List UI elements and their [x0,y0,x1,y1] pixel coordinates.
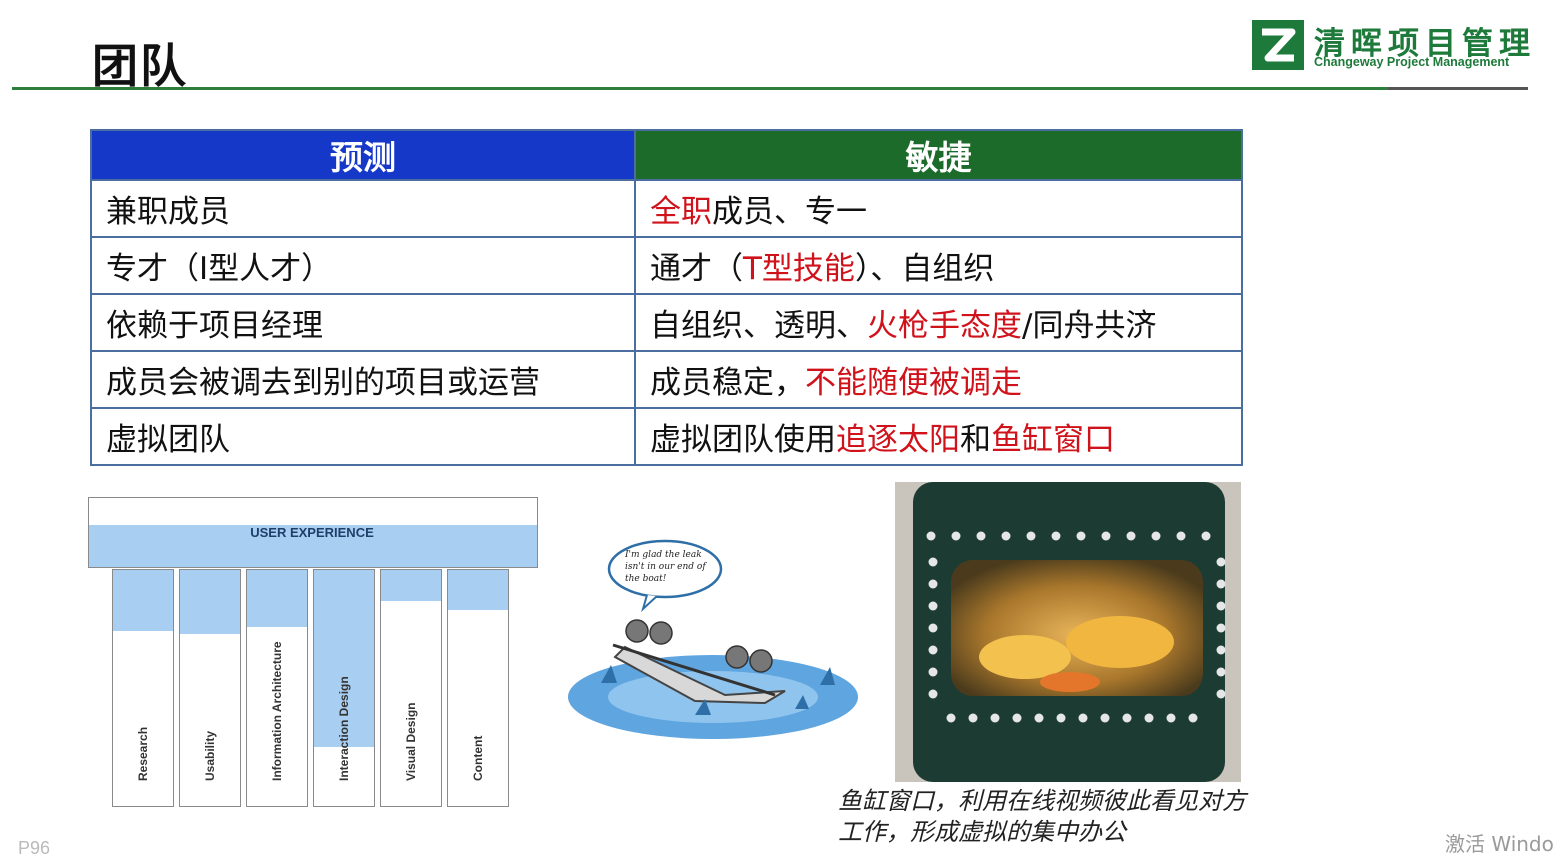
windows-activation-watermark: 激活 Windo [1445,832,1553,856]
ux-pillar-label: Research [136,726,150,781]
ux-pillar: Research [112,569,174,807]
predictive-cell: 兼职成员 [90,179,636,238]
predictive-cell: 虚拟团队 [90,407,636,466]
header-predictive: 预测 [90,129,636,181]
predictive-cell: 专才（I型人才） [90,236,636,295]
highlight-text: T型技能 [743,251,855,287]
predictive-cell: 依赖于项目经理 [90,293,636,352]
ux-pillar: Interaction Design [313,569,375,807]
ux-diagram: USER EXPERIENCE Research Usability Informa… [88,497,538,809]
logo-mark-icon [1252,20,1304,70]
agile-cell: 虚拟团队使用追逐太阳和鱼缸窗口 [634,407,1243,466]
ux-pillar-fill [448,570,508,611]
highlight-text: 全职 [650,194,712,230]
highlight-text: 鱼缸窗口 [991,422,1115,458]
ux-pillar-fill [381,570,441,601]
agile-text: /同舟共济 [1022,308,1157,344]
logo-name-en: Changeway Project Management [1314,55,1510,69]
highlight-text: 追逐太阳 [836,422,960,458]
fishbowl-photo [895,482,1241,782]
ux-pillar: Usability [179,569,241,807]
agile-cell: 全职成员、专一 [634,179,1243,238]
table-row: 兼职成员 全职成员、专一 [90,179,1243,238]
ux-title: USER EXPERIENCE [250,525,374,540]
photo-caption: 鱼缸窗口，利用在线视频彼此看见对方工作，形成虚拟的集中办公 [838,787,1246,846]
agile-cell: 通才（T型技能）、自组织 [634,236,1243,295]
agile-text: ）、自组织 [854,251,995,287]
agile-text: 自组织、透明、 [650,308,867,344]
boat-illustration [568,539,858,739]
speech-bubble-text: I'm glad the leak isn't in our end of th… [625,550,706,584]
table-header-row: 预测 敏捷 [90,129,1243,181]
boat-cartoon: I'm glad the leak isn't in our end of th… [565,535,865,745]
table-row: 成员会被调去到别的项目或运营 成员稳定，不能随便被调走 [90,350,1243,409]
ux-pillar-label: Visual Design [404,702,418,781]
agile-text: 通才（ [650,251,743,287]
table-row: 虚拟团队 虚拟团队使用追逐太阳和鱼缸窗口 [90,407,1243,466]
table-row: 专才（I型人才） 通才（T型技能）、自组织 [90,236,1243,295]
highlight-text: 火枪手态度 [867,308,1022,344]
ux-pillar-fill [247,570,307,627]
ux-pillar-label: Usability [203,730,217,781]
table-row: 依赖于项目经理 自组织、透明、火枪手态度/同舟共济 [90,293,1243,352]
ux-pillar-label: Information Architecture [270,641,284,781]
comparison-table: 预测 敏捷 兼职成员 全职成员、专一 专才（I型人才） 通才（T型技能）、自组织 依赖于… [90,129,1243,466]
title-divider [12,87,1528,90]
agile-cell: 自组织、透明、火枪手态度/同舟共济 [634,293,1243,352]
highlight-text: 不能随便被调走 [805,365,1022,401]
ux-pillar: Content [447,569,509,807]
agile-text: 成员、专一 [712,194,867,230]
page-number: P96 [18,838,51,858]
ux-pillar: Visual Design [380,569,442,807]
ux-pillar-label: Interaction Design [337,676,351,781]
fishbowl-image [895,482,1241,782]
agile-text: 和 [960,422,991,458]
company-logo: 清晖项目管理 Changeway Project Management [1252,18,1532,74]
agile-cell: 成员稳定，不能随便被调走 [634,350,1243,409]
ux-pillar-fill [113,570,173,632]
header-agile: 敏捷 [634,129,1243,181]
agile-text: 虚拟团队使用 [650,422,836,458]
predictive-cell: 成员会被调去到别的项目或运营 [90,350,636,409]
agile-text: 成员稳定， [650,365,805,401]
ux-pillar-label: Content [471,735,485,781]
ux-pillar-fill [180,570,240,634]
ux-pillar: Information Architecture [246,569,308,807]
table-body: 兼职成员 全职成员、专一 专才（I型人才） 通才（T型技能）、自组织 依赖于项目经理 自组… [90,179,1243,466]
